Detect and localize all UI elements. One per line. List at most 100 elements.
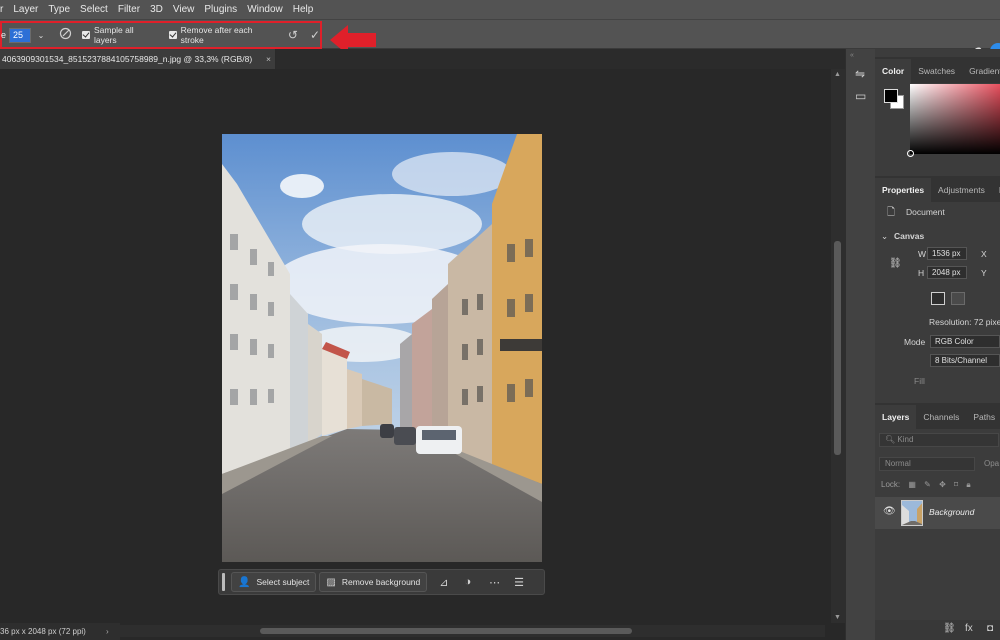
color-picker-field[interactable]	[910, 84, 1000, 154]
document-tab[interactable]: 4063909301534_8515237884105758989_n.jpg …	[0, 49, 276, 69]
lock-label: Lock:	[881, 480, 901, 489]
brush-pressure-icon[interactable]	[59, 27, 72, 43]
tab-adjustments[interactable]: Adjustments	[931, 185, 992, 202]
settings-sliders-icon[interactable]: ☰	[514, 576, 524, 589]
lock-transparency-icon[interactable]: ▦	[908, 480, 916, 489]
add-mask-icon[interactable]: ◘	[987, 623, 993, 634]
sample-all-layers-checkbox[interactable]: Sample all layers	[81, 25, 159, 45]
options-highlight-box: e 25 ⌄ Sample all layers Remove after ea…	[0, 21, 322, 49]
tab-color[interactable]: Color	[875, 59, 912, 83]
landscape-orientation-button[interactable]	[951, 292, 965, 305]
color-mode-select[interactable]: RGB Color	[930, 335, 1000, 348]
menu-view[interactable]: View	[168, 0, 200, 19]
checkbox-checked-icon	[81, 31, 90, 39]
status-bar: 36 px x 2048 px (72 ppi) ›	[0, 623, 120, 640]
tab-channels[interactable]: Channels	[916, 412, 966, 429]
search-icon: 🔍︎	[885, 435, 896, 444]
brush-size-input[interactable]: 25	[9, 27, 31, 43]
layers-panel-tabs: Layers Channels Paths	[875, 403, 1000, 429]
layer-name: Background	[929, 507, 975, 517]
chevron-right-icon[interactable]: ›	[106, 623, 109, 640]
fill-label: Fill	[914, 376, 925, 386]
taskbar-drag-handle[interactable]	[222, 573, 225, 591]
vertical-scroll-thumb[interactable]	[834, 241, 841, 455]
horizontal-scroll-thumb[interactable]	[260, 628, 632, 634]
layers-footer: ⛓ fx ◘	[875, 620, 1000, 640]
menu-window[interactable]: Window	[242, 0, 288, 19]
lock-move-icon[interactable]: ✥	[939, 480, 946, 489]
layer-style-icon[interactable]: fx	[965, 623, 973, 634]
blend-mode-select[interactable]: Normal	[879, 457, 975, 471]
properties-panel-tabs: Properties Adjustments Li	[875, 176, 1000, 202]
document-label: Document	[906, 207, 945, 217]
link-icon[interactable]: ⛓	[889, 258, 902, 269]
column-grip[interactable]: «	[850, 52, 855, 59]
resolution-text: Resolution: 72 pixels	[929, 317, 1000, 327]
undo-icon[interactable]: ↺	[288, 28, 298, 42]
visibility-eye-icon[interactable]: 👁︎	[883, 506, 896, 517]
tab-gradients[interactable]: Gradients	[962, 66, 1000, 83]
tab-layers[interactable]: Layers	[875, 405, 917, 429]
bit-depth-select[interactable]: 8 Bits/Channel	[930, 354, 1000, 367]
height-field[interactable]: 2048 px	[927, 266, 967, 279]
color-picker-cursor[interactable]	[907, 150, 914, 157]
menu-filter[interactable]: Filter	[113, 0, 145, 19]
contextual-taskbar: 👤 Select subject ▨ Remove background ⊿ ◑…	[218, 569, 545, 595]
select-subject-label: Select subject	[256, 577, 310, 587]
more-options-icon[interactable]: ⋯	[489, 576, 500, 589]
opacity-label: Opa	[984, 459, 1000, 468]
color-panel: Color Swatches Gradients	[875, 49, 1000, 167]
lock-paint-icon[interactable]: ✎	[924, 480, 931, 489]
height-label: H	[918, 268, 925, 278]
comments-icon[interactable]: ▭	[855, 89, 866, 103]
sample-all-layers-label: Sample all layers	[93, 25, 134, 45]
layer-kind-filter[interactable]: 🔍︎ Kind	[879, 433, 999, 447]
tab-libraries[interactable]: Li	[992, 185, 1000, 202]
history-icon[interactable]: ⇋	[855, 67, 865, 81]
scroll-up-icon[interactable]: ▲	[834, 71, 841, 78]
color-panel-tabs: Color Swatches Gradients	[875, 57, 1000, 83]
layer-thumbnail	[901, 500, 923, 526]
remove-after-stroke-label: Remove after each stroke	[180, 25, 253, 45]
scroll-down-icon[interactable]: ▼	[834, 614, 841, 621]
link-layers-icon[interactable]: ⛓	[943, 623, 956, 634]
menu-3d[interactable]: 3D	[145, 0, 168, 19]
adjustment-icon[interactable]: ◑	[464, 576, 471, 588]
lock-all-icon[interactable]: 🔒︎	[966, 480, 970, 489]
canvas-section-label: Canvas	[894, 231, 925, 241]
menu-select[interactable]: Select	[75, 0, 113, 19]
tab-properties[interactable]: Properties	[875, 178, 932, 202]
width-field[interactable]: 1536 px	[927, 247, 967, 260]
chevron-down-icon[interactable]: ⌄	[881, 231, 888, 242]
panel-icon-column: « ⇋ ▭	[845, 49, 875, 640]
kind-label: Kind	[897, 435, 914, 444]
remove-background-button[interactable]: ▨ Remove background	[319, 572, 428, 592]
menu-edit-fragment[interactable]: r	[0, 0, 8, 19]
document-icon: 🗋	[887, 207, 896, 218]
document-image[interactable]	[222, 134, 542, 562]
street-photo-illustration	[222, 134, 542, 562]
size-label: e	[1, 30, 7, 40]
close-icon[interactable]: ×	[266, 49, 271, 69]
horizontal-scrollbar[interactable]	[120, 625, 825, 637]
menu-help[interactable]: Help	[288, 0, 319, 19]
vertical-scrollbar[interactable]: ▲ ▼	[831, 69, 845, 623]
lock-artboard-icon[interactable]: ⌑	[954, 480, 958, 489]
menu-plugins[interactable]: Plugins	[199, 0, 242, 19]
tab-paths[interactable]: Paths	[966, 412, 1000, 429]
mode-label: Mode	[904, 337, 926, 347]
checkmark-apply-icon[interactable]: ✓	[310, 28, 320, 42]
portrait-orientation-button[interactable]	[931, 292, 945, 305]
menu-type[interactable]: Type	[43, 0, 75, 19]
tab-swatches[interactable]: Swatches	[911, 66, 962, 83]
foreground-color-swatch[interactable]	[884, 89, 898, 103]
chevron-down-icon[interactable]: ⌄	[35, 28, 47, 43]
person-icon: 👤	[238, 576, 251, 588]
transform-icon[interactable]: ⊿	[439, 576, 448, 589]
menu-bar: r Layer Type Select Filter 3D View Plugi…	[0, 0, 1000, 19]
select-subject-button[interactable]: 👤 Select subject	[231, 572, 317, 592]
remove-after-stroke-checkbox[interactable]: Remove after each stroke	[168, 25, 278, 45]
lock-row: Lock: ▦ ✎ ✥ ⌑ 🔒︎	[881, 480, 971, 490]
menu-layer[interactable]: Layer	[8, 0, 43, 19]
layer-row-background[interactable]: 👁︎ Background	[875, 497, 1000, 529]
